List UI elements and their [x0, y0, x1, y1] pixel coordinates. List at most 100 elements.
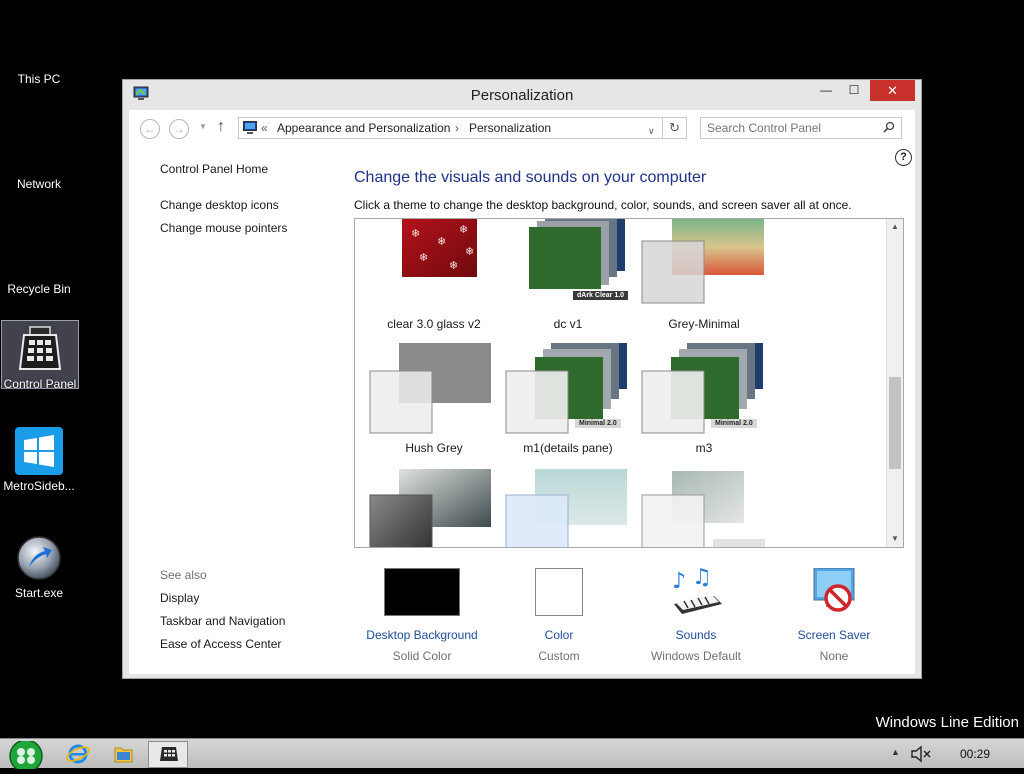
desktop-icon-recycle-bin[interactable]: Recycle Bin	[0, 230, 78, 296]
back-button[interactable]: ←	[140, 119, 160, 139]
maximize-button[interactable]: ☐	[840, 80, 868, 101]
desktop-background-setting[interactable]: Desktop Background Solid Color	[357, 568, 487, 663]
svg-text:❄: ❄	[419, 251, 428, 264]
control-panel-icon	[160, 747, 178, 761]
theme-m1-details-pane[interactable]: Minimal 2.0 m1(details pane)	[501, 337, 635, 463]
sounds-icon: ♪ ♫	[658, 565, 734, 618]
window-client-area: ← → ▼ ↑ « Appearance and Personalization…	[129, 110, 915, 674]
desktop-icon-control-panel[interactable]: Control Panel	[1, 320, 79, 391]
theme-item[interactable]	[501, 469, 635, 547]
breadcrumb-appearance[interactable]: Appearance and Personalization	[277, 121, 450, 135]
screen-saver-setting[interactable]: Screen Saver None	[769, 567, 899, 663]
desktop-icon-label: This PC	[17, 72, 61, 86]
theme-thumbnail	[367, 343, 501, 438]
ease-of-access-link[interactable]: Ease of Access Center	[160, 637, 281, 651]
theme-grey-minimal[interactable]: Grey-Minimal	[637, 219, 771, 339]
clover-start-icon	[9, 739, 43, 773]
taskbar-file-explorer[interactable]	[103, 741, 143, 768]
scroll-thumb[interactable]	[889, 377, 901, 469]
theme-item[interactable]	[367, 469, 501, 547]
taskbar-clock[interactable]: 00:29	[960, 747, 990, 761]
desktop-background-swatch	[384, 568, 460, 618]
scroll-down-button[interactable]: ▼	[887, 531, 903, 547]
theme-hush-grey[interactable]: Hush Grey	[367, 343, 501, 463]
sounds-setting[interactable]: ♪ ♫ Sounds Windows Default	[631, 565, 761, 663]
control-panel-icon	[16, 325, 64, 373]
theme-thumbnail: ❄ ❄ ❄ ❄ ❄ ❄	[367, 219, 501, 314]
close-button[interactable]: ✕	[870, 80, 915, 101]
up-button[interactable]: ↑	[217, 118, 225, 136]
svg-text:❄: ❄	[411, 227, 420, 240]
taskbar-control-panel[interactable]	[148, 741, 188, 768]
breadcrumb-overflow[interactable]: «	[261, 121, 268, 135]
minimize-button[interactable]: —	[812, 80, 840, 101]
start-button[interactable]	[4, 739, 48, 773]
volume-button[interactable]	[910, 744, 932, 764]
help-button[interactable]: ?	[895, 149, 912, 166]
taskbar-navigation-link[interactable]: Taskbar and Navigation	[160, 614, 285, 628]
control-panel-small-icon	[243, 121, 257, 135]
breadcrumb-personalization[interactable]: Personalization	[469, 121, 551, 135]
help-icon: ?	[900, 151, 907, 163]
show-hidden-icons-button[interactable]: ▲	[891, 747, 900, 757]
windows-logo-icon	[15, 427, 63, 475]
setting-value: Windows Default	[650, 649, 742, 663]
svg-text:❄: ❄	[459, 223, 468, 236]
desktop-icon-label: Recycle Bin	[7, 282, 71, 296]
control-panel-home-link[interactable]: Control Panel Home	[160, 162, 268, 176]
arrow-left-icon: ←	[144, 122, 156, 136]
theme-name: Grey-Minimal	[668, 317, 740, 331]
network-icon	[15, 125, 63, 173]
theme-thumbnail: dArk Clear 1.0	[501, 219, 635, 314]
internet-explorer-icon	[66, 744, 90, 764]
desktop: This PC Network Recycle Bin Control Pane…	[0, 0, 1024, 738]
search-input[interactable]	[701, 118, 881, 138]
theme-dc-v1[interactable]: dArk Clear 1.0 dc v1	[501, 219, 635, 339]
theme-thumbnail	[367, 469, 501, 547]
search-icon[interactable]	[883, 121, 895, 133]
scroll-up-button[interactable]: ▲	[887, 219, 903, 235]
change-mouse-pointers-link[interactable]: Change mouse pointers	[160, 221, 287, 235]
setting-label[interactable]: Desktop Background	[357, 628, 487, 642]
svg-text:♪: ♪	[672, 569, 686, 594]
desktop-icon-label: MetroSideb...	[3, 479, 75, 493]
title-bar[interactable]: Personalization — ☐ ✕	[123, 80, 921, 110]
theme-m3[interactable]: Minimal 2.0 m3	[637, 337, 771, 463]
theme-name: Hush Grey	[405, 441, 463, 455]
theme-list-scrollbar[interactable]: ▲ ▼	[886, 219, 903, 547]
forward-button[interactable]: →	[169, 119, 189, 139]
recent-locations-dropdown[interactable]: ▼	[199, 122, 207, 131]
address-bar[interactable]: « Appearance and Personalization › Perso…	[238, 117, 663, 139]
theme-thumbnail: Minimal 2.0	[637, 337, 771, 438]
setting-label[interactable]: Color	[494, 628, 624, 642]
theme-thumbnail	[501, 469, 635, 547]
chevron-down-icon: ∨	[648, 126, 655, 136]
desktop-icon-start-exe[interactable]: Start.exe	[0, 534, 78, 604]
refresh-button[interactable]: ↻	[663, 117, 687, 139]
color-setting[interactable]: Color Custom	[494, 568, 624, 663]
display-link[interactable]: Display	[160, 591, 199, 605]
theme-badge: Minimal 2.0	[711, 419, 757, 428]
screen-saver-icon	[796, 567, 872, 618]
theme-item[interactable]	[637, 469, 771, 547]
change-desktop-icons-link[interactable]: Change desktop icons	[160, 198, 279, 212]
desktop-icon-label: Start.exe	[14, 586, 64, 600]
svg-text:❄: ❄	[449, 259, 458, 272]
desktop-icon-label: Control Panel	[3, 377, 77, 391]
theme-clear-glass[interactable]: ❄ ❄ ❄ ❄ ❄ ❄ clear 3.0 glass v2	[367, 219, 501, 339]
chevron-up-icon: ▲	[891, 222, 899, 231]
desktop-icon-network[interactable]: Network	[0, 125, 78, 191]
search-box[interactable]	[700, 117, 902, 139]
theme-thumbnail: Minimal 2.0	[501, 337, 635, 438]
breadcrumb-separator[interactable]: ›	[455, 121, 459, 135]
desktop-icon-this-pc[interactable]: This PC	[0, 20, 78, 86]
desktop-icon-metrosidebar[interactable]: MetroSideb...	[0, 427, 78, 497]
start-orb-icon	[15, 534, 63, 582]
personalization-window: Personalization — ☐ ✕ ← → ▼ ↑ « Appearan…	[122, 79, 922, 679]
setting-label[interactable]: Sounds	[631, 628, 761, 642]
setting-label[interactable]: Screen Saver	[769, 628, 899, 642]
theme-name: m3	[695, 441, 713, 455]
theme-list[interactable]: ❄ ❄ ❄ ❄ ❄ ❄ clear 3.0 glass v2 dArk Clea…	[354, 218, 904, 548]
svg-text:❄: ❄	[465, 245, 474, 258]
taskbar-internet-explorer[interactable]	[58, 741, 98, 768]
